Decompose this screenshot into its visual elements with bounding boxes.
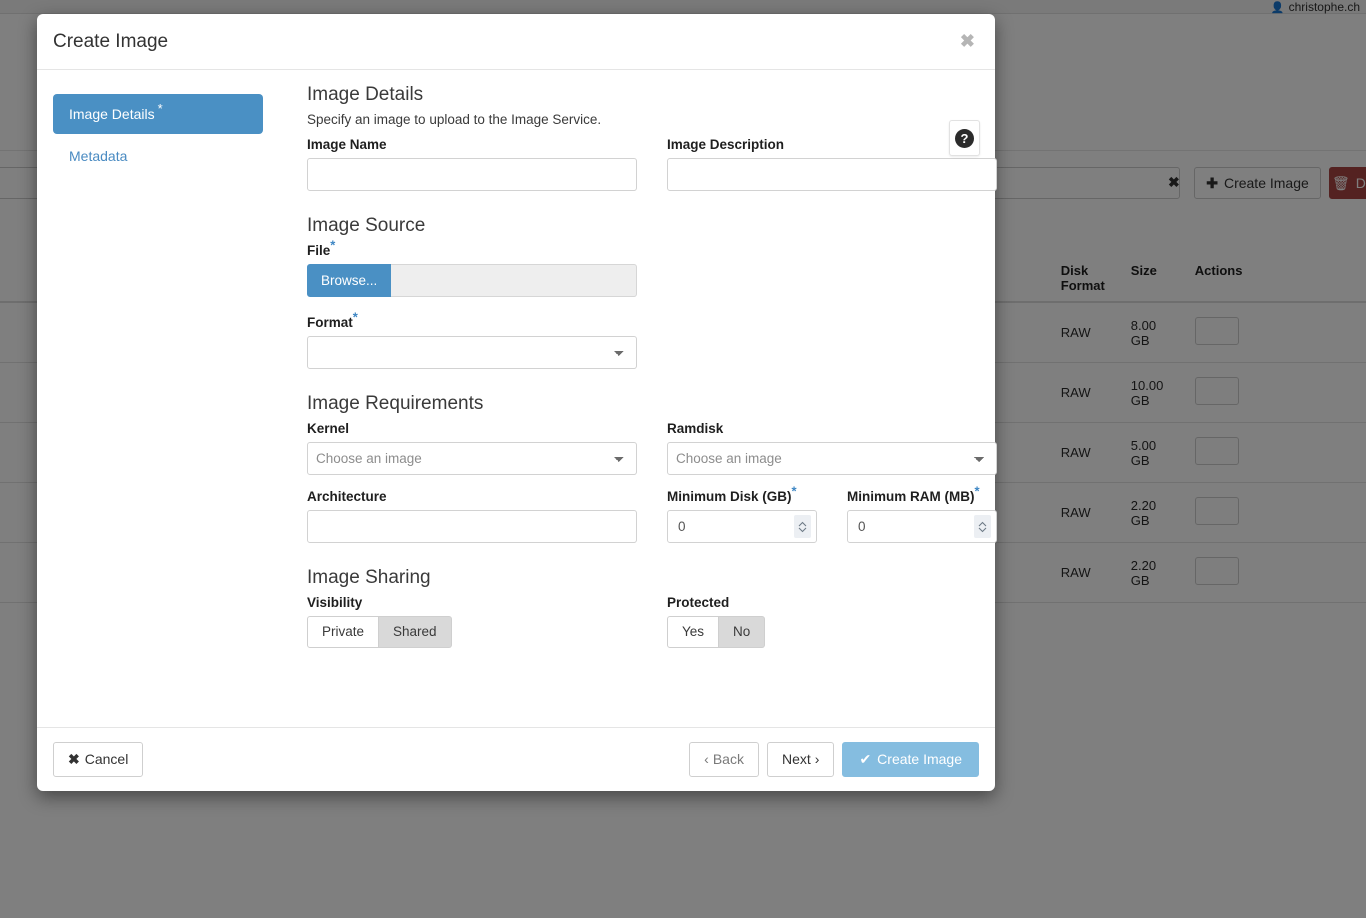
minimum-disk-label-text: Minimum Disk (GB): [667, 489, 792, 504]
chevron-down-icon[interactable]: [798, 527, 807, 533]
kernel-label: Kernel: [307, 421, 350, 436]
architecture-group: Architecture: [307, 489, 637, 543]
cancel-button-label: Cancel: [84, 751, 129, 768]
image-name-input[interactable]: [307, 158, 637, 191]
cancel-button[interactable]: ✖ Cancel: [53, 742, 144, 777]
format-group: Format*: [307, 311, 997, 369]
image-sharing-heading: Image Sharing: [307, 567, 431, 588]
minimum-ram-stepper: [847, 510, 997, 543]
minimum-disk-label: Minimum Disk (GB)*: [667, 485, 817, 505]
kernel-group: Kernel Choose an image: [307, 421, 637, 475]
kernel-select[interactable]: Choose an image: [307, 442, 637, 475]
visibility-toggle-group: Private Shared: [307, 616, 452, 649]
create-image-modal: Create Image ✖ ? Image Details * Metadata…: [37, 14, 997, 791]
protected-label: Protected: [667, 595, 730, 610]
minimum-disk-spin-buttons[interactable]: [794, 515, 811, 538]
x-icon: ✖: [68, 751, 80, 768]
ramdisk-select[interactable]: Choose an image: [667, 442, 997, 475]
chevron-down-icon[interactable]: [978, 527, 987, 533]
minimum-ram-label: Minimum RAM (MB)*: [847, 485, 997, 505]
image-description-input[interactable]: [667, 158, 997, 191]
minimum-ram-spin-buttons[interactable]: [974, 515, 991, 538]
visibility-label: Visibility: [307, 595, 363, 610]
image-description-label: Image Description: [667, 137, 785, 152]
visibility-group: Visibility Private Shared: [307, 595, 637, 649]
nav-item-image-details[interactable]: Image Details *: [53, 94, 263, 134]
format-label: Format*: [307, 311, 997, 331]
nav-item-metadata[interactable]: Metadata: [53, 136, 263, 176]
image-name-label: Image Name: [307, 137, 387, 152]
minimum-disk-stepper: [667, 510, 817, 543]
modal-header: Create Image ✖: [37, 14, 995, 70]
create-image-submit-button[interactable]: ✔ Create Image: [842, 742, 979, 777]
minimum-disk-group: Minimum Disk (GB)*: [667, 485, 817, 543]
back-button[interactable]: ‹ Back: [689, 742, 759, 777]
file-required-marker: *: [330, 237, 336, 253]
back-button-label: Back: [712, 751, 744, 768]
minimum-ram-required-marker: *: [974, 483, 980, 499]
modal-step-nav: Image Details * Metadata: [53, 84, 263, 727]
check-icon: ✔: [859, 751, 872, 768]
chevron-left-icon: ‹: [704, 751, 709, 768]
format-label-text: Format: [307, 315, 353, 330]
format-required-marker: *: [352, 309, 358, 325]
image-requirements-heading: Image Requirements: [307, 393, 484, 414]
modal-title: Create Image: [53, 30, 169, 52]
close-x-icon[interactable]: ✖: [954, 31, 981, 51]
image-description-group: Image Description: [667, 137, 997, 191]
visibility-option-shared[interactable]: Shared: [379, 616, 452, 649]
chevron-right-icon: ›: [814, 751, 820, 768]
image-source-heading: Image Source: [307, 215, 426, 236]
nav-item-required-marker: *: [157, 101, 163, 117]
minimum-ram-group: Minimum RAM (MB)*: [847, 485, 997, 543]
protected-group: Protected Yes No: [667, 595, 997, 649]
modal-footer-actions: ‹ Back Next › ✔ Create Image: [689, 742, 979, 777]
ramdisk-group: Ramdisk Choose an image: [667, 421, 997, 475]
file-label-text: File: [307, 243, 331, 258]
minimum-ram-label-text: Minimum RAM (MB): [847, 489, 975, 504]
file-group: File* Browse...: [307, 239, 997, 297]
next-button[interactable]: Next ›: [766, 742, 835, 777]
architecture-input[interactable]: [307, 510, 637, 543]
file-name-display: [391, 264, 637, 297]
image-details-description: Specify an image to upload to the Image …: [307, 112, 602, 127]
image-details-form: Image Details Specify an image to upload…: [263, 84, 1011, 727]
modal-body: ? Image Details * Metadata Image Details …: [37, 70, 997, 727]
next-button-label: Next: [781, 751, 811, 768]
architecture-label: Architecture: [307, 489, 387, 504]
image-details-heading: Image Details: [307, 84, 424, 105]
modal-footer: ✖ Cancel ‹ Back Next › ✔ Create Image: [37, 727, 995, 791]
create-image-submit-label: Create Image: [877, 751, 962, 768]
protected-option-yes[interactable]: Yes: [667, 616, 720, 649]
file-input-group: Browse...: [307, 264, 637, 297]
help-question-glyph: ?: [955, 128, 974, 148]
visibility-option-private[interactable]: Private: [307, 616, 380, 649]
ramdisk-label: Ramdisk: [667, 421, 724, 436]
protected-toggle-group: Yes No: [667, 616, 766, 649]
nav-item-image-details-label: Image Details: [69, 106, 155, 122]
image-name-group: Image Name: [307, 137, 637, 191]
help-question-icon[interactable]: ?: [949, 120, 980, 156]
nav-item-metadata-label: Metadata: [69, 148, 128, 164]
protected-option-no[interactable]: No: [719, 616, 766, 649]
browse-button[interactable]: Browse...: [307, 264, 392, 297]
minimum-disk-required-marker: *: [791, 483, 797, 499]
format-select[interactable]: [307, 336, 637, 369]
file-label: File*: [307, 239, 997, 259]
